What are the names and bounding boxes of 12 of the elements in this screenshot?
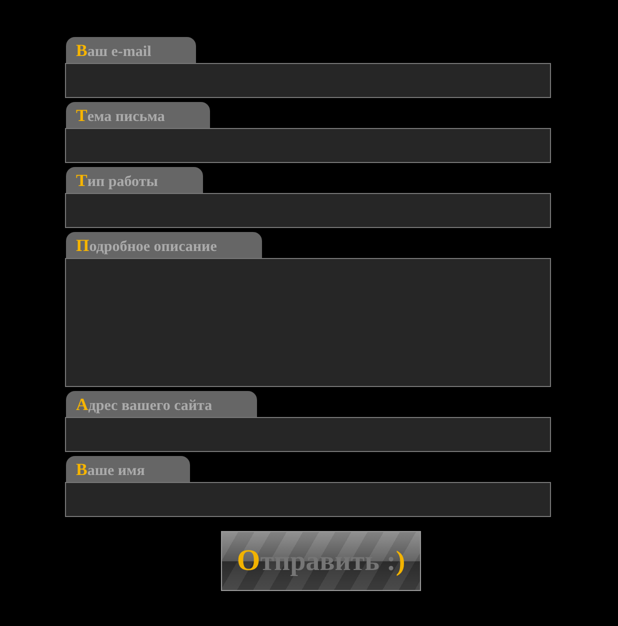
- field-label: Ваше имя: [66, 456, 190, 482]
- field-label: Тип работы: [66, 167, 203, 193]
- field-label: Ваш e-mail: [66, 37, 196, 63]
- input-field[interactable]: [65, 417, 551, 452]
- input-field[interactable]: [65, 63, 551, 98]
- submit-button[interactable]: Отправить :): [221, 531, 421, 591]
- input-field[interactable]: [65, 482, 551, 517]
- field-label: Адрес вашего сайта: [66, 391, 258, 417]
- field-label: Подробное описание: [66, 232, 262, 258]
- field-label: Тема письма: [66, 102, 210, 128]
- input-field[interactable]: [65, 128, 551, 163]
- input-field[interactable]: [65, 193, 551, 228]
